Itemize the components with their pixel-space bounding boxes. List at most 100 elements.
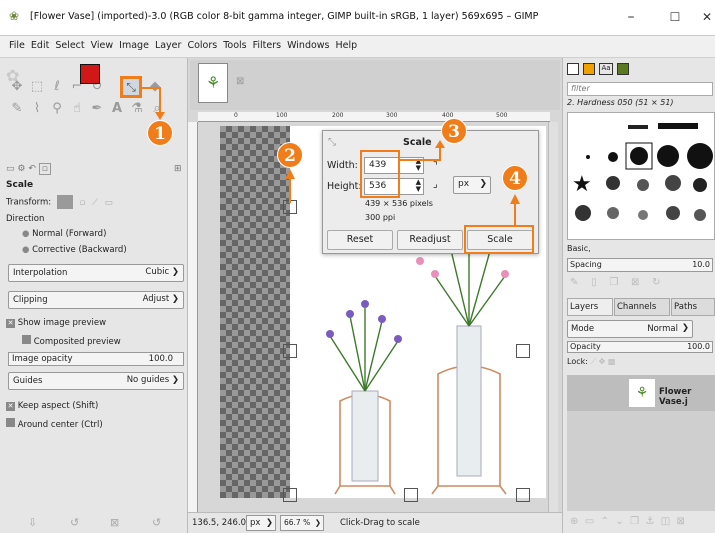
composited-preview-checkbox[interactable]: Composited preview	[22, 335, 200, 351]
image-tabs-bar: ⚘ ⊠	[190, 60, 560, 110]
clipping-label: Clipping	[13, 295, 48, 305]
unit-combo[interactable]: px ❯	[453, 176, 491, 194]
undo-history-tab-icon[interactable]: ↶	[28, 164, 36, 174]
close-button[interactable]: ✕	[692, 6, 715, 28]
status-unit-combo[interactable]: px ❯	[246, 515, 276, 531]
direction-normal-radio[interactable]: ● Normal (Forward)	[22, 229, 200, 245]
maximize-button[interactable]: ☐	[660, 6, 690, 28]
images-tab-icon[interactable]: ▫	[38, 163, 51, 175]
transform-handle-mid-right[interactable]	[516, 344, 530, 358]
edit-brush-icon[interactable]: ✎	[570, 277, 578, 288]
layer-row[interactable]: ⚘ Flower Vase.j	[567, 375, 715, 411]
close-image-icon[interactable]: ⊠	[236, 76, 244, 87]
smudge-icon[interactable]: ☝	[70, 102, 84, 116]
height-spinner-icon[interactable]: ▲ ▼	[416, 179, 421, 193]
save-options-icon[interactable]: ⇩	[28, 516, 37, 529]
guides-combo[interactable]: Guides No guides ❯	[8, 372, 184, 390]
image-opacity-slider[interactable]: Image opacity 100.0	[8, 352, 184, 366]
minimize-button[interactable]: –	[616, 6, 646, 28]
show-preview-checkbox[interactable]: ✕ Show image preview	[6, 318, 184, 334]
fonts-tab-icon[interactable]: Aa	[599, 63, 613, 75]
image-thumbnail-tab[interactable]: ⚘	[198, 63, 228, 103]
new-group-icon[interactable]: ▭	[585, 516, 594, 527]
tool-options-tab-icon[interactable]: ▭	[6, 164, 15, 174]
transform-handle-mid-left[interactable]	[283, 344, 297, 358]
layer-mode-combo[interactable]: Mode Normal ❯	[567, 320, 693, 338]
menu-layer[interactable]: Layer	[152, 36, 185, 51]
transform-path-icon[interactable]: ⟋	[92, 198, 98, 208]
brushes-tab-icon[interactable]	[567, 63, 579, 75]
duplicate-layer-icon[interactable]: ❐	[630, 516, 639, 527]
menu-filters[interactable]: Filters	[250, 36, 284, 51]
clipping-combo[interactable]: Clipping Adjust ❯	[8, 291, 184, 309]
layer-opacity-slider[interactable]: Opacity 100.0	[567, 341, 713, 353]
menu-tools[interactable]: Tools	[220, 36, 249, 51]
chain-link-bottom-icon[interactable]: ⌟	[433, 179, 438, 190]
current-brush-name: 2. Hardness 050 (51 × 51)	[567, 98, 674, 107]
transform-handle-bottom-right[interactable]	[516, 488, 530, 502]
pointer-coords: 136.5, 246.0	[192, 518, 247, 528]
direction-corrective-radio[interactable]: ● Corrective (Backward)	[22, 245, 200, 261]
menu-windows[interactable]: Windows	[284, 36, 332, 51]
pencil-icon[interactable]: ✎	[10, 102, 24, 116]
configure-tab-icon[interactable]: ⊞	[174, 164, 182, 174]
duplicate-brush-icon[interactable]: ❐	[609, 277, 618, 288]
brush-grid[interactable]: ★	[567, 112, 715, 240]
lock-pixels-icon[interactable]: ⟋	[590, 357, 596, 366]
interpolation-combo[interactable]: Interpolation Cubic ❯	[8, 264, 184, 282]
reset-button[interactable]: Reset	[327, 230, 393, 250]
menu-view[interactable]: View	[88, 36, 117, 51]
tab-layers[interactable]: Layers	[567, 298, 613, 316]
tab-channels[interactable]: Channels	[614, 298, 670, 316]
brush-spacing-slider[interactable]: Spacing 10.0	[567, 258, 713, 272]
delete-layer-icon[interactable]: ⊠	[677, 516, 685, 527]
lower-layer-icon[interactable]: ⌄	[615, 516, 623, 527]
tab-paths[interactable]: Paths	[671, 298, 715, 316]
lock-alpha-icon[interactable]: ▩	[608, 357, 616, 366]
readjust-button[interactable]: Readjust	[397, 230, 463, 250]
rect-select-icon[interactable]: ⬚	[30, 80, 44, 94]
mask-layer-icon[interactable]: ◫	[661, 516, 670, 527]
transform-selection-icon[interactable]: ▫	[80, 198, 86, 208]
transform-handle-bottom-mid[interactable]	[404, 488, 418, 502]
path-icon[interactable]: ✒	[90, 102, 104, 116]
refresh-brushes-icon[interactable]: ↻	[652, 277, 660, 288]
new-layer-icon[interactable]: ⊕	[570, 516, 578, 527]
restore-options-icon[interactable]: ↺	[70, 516, 79, 529]
patterns-tab-icon[interactable]	[583, 63, 595, 75]
delete-brush-icon[interactable]: ⊠	[631, 277, 639, 288]
layer-actions-bar: ⊕ ▭ ⌃ ⌄ ❐ ⚓ ◫ ⊠	[570, 516, 715, 527]
paintbrush-icon[interactable]: ⌇	[30, 102, 44, 116]
transform-handle-bottom-left[interactable]	[283, 488, 297, 502]
vertical-scrollbar[interactable]	[548, 122, 558, 512]
clone-icon[interactable]: ⚲	[50, 102, 64, 116]
lock-label: Lock:	[567, 357, 588, 366]
anchor-layer-icon[interactable]: ⚓	[645, 516, 654, 527]
new-brush-icon[interactable]: ▯	[591, 277, 597, 288]
menu-file[interactable]: File	[0, 36, 28, 51]
image-opacity-label: Image opacity	[12, 354, 73, 364]
lasso-icon[interactable]: ℓ	[50, 80, 64, 94]
callout-badge-3: 3	[441, 118, 467, 144]
menu-help[interactable]: Help	[333, 36, 361, 51]
menu-image[interactable]: Image	[116, 36, 152, 51]
transform-row: Transform: ▫ ⟋ ▭	[6, 195, 184, 211]
gradients-tab-icon[interactable]	[617, 63, 629, 75]
zoom-combo[interactable]: 66.7 % ❯	[280, 515, 324, 531]
menu-bar: File Edit Select View Image Layer Colors Tools F…	[0, 36, 715, 58]
transform-layer-icon[interactable]	[56, 195, 73, 209]
transform-image-icon[interactable]: ▭	[105, 198, 113, 208]
brush-filter-input[interactable]: filter	[567, 82, 713, 96]
device-status-tab-icon[interactable]: ⚙	[17, 164, 25, 174]
menu-select[interactable]: Select	[52, 36, 87, 51]
around-center-checkbox[interactable]: Around center (Ctrl)	[6, 418, 184, 434]
menu-edit[interactable]: Edit	[28, 36, 52, 51]
keep-aspect-checkbox[interactable]: ✕ Keep aspect (Shift)	[6, 401, 184, 417]
raise-layer-icon[interactable]: ⌃	[601, 516, 609, 527]
menu-colors[interactable]: Colors	[184, 36, 220, 51]
lock-position-icon[interactable]: ✥	[599, 357, 606, 366]
delete-options-icon[interactable]: ⊠	[110, 516, 119, 529]
reset-options-icon[interactable]: ↺	[152, 516, 161, 529]
move-tool-icon[interactable]: ✥	[10, 80, 24, 94]
foreground-color-swatch-front[interactable]	[80, 64, 100, 84]
